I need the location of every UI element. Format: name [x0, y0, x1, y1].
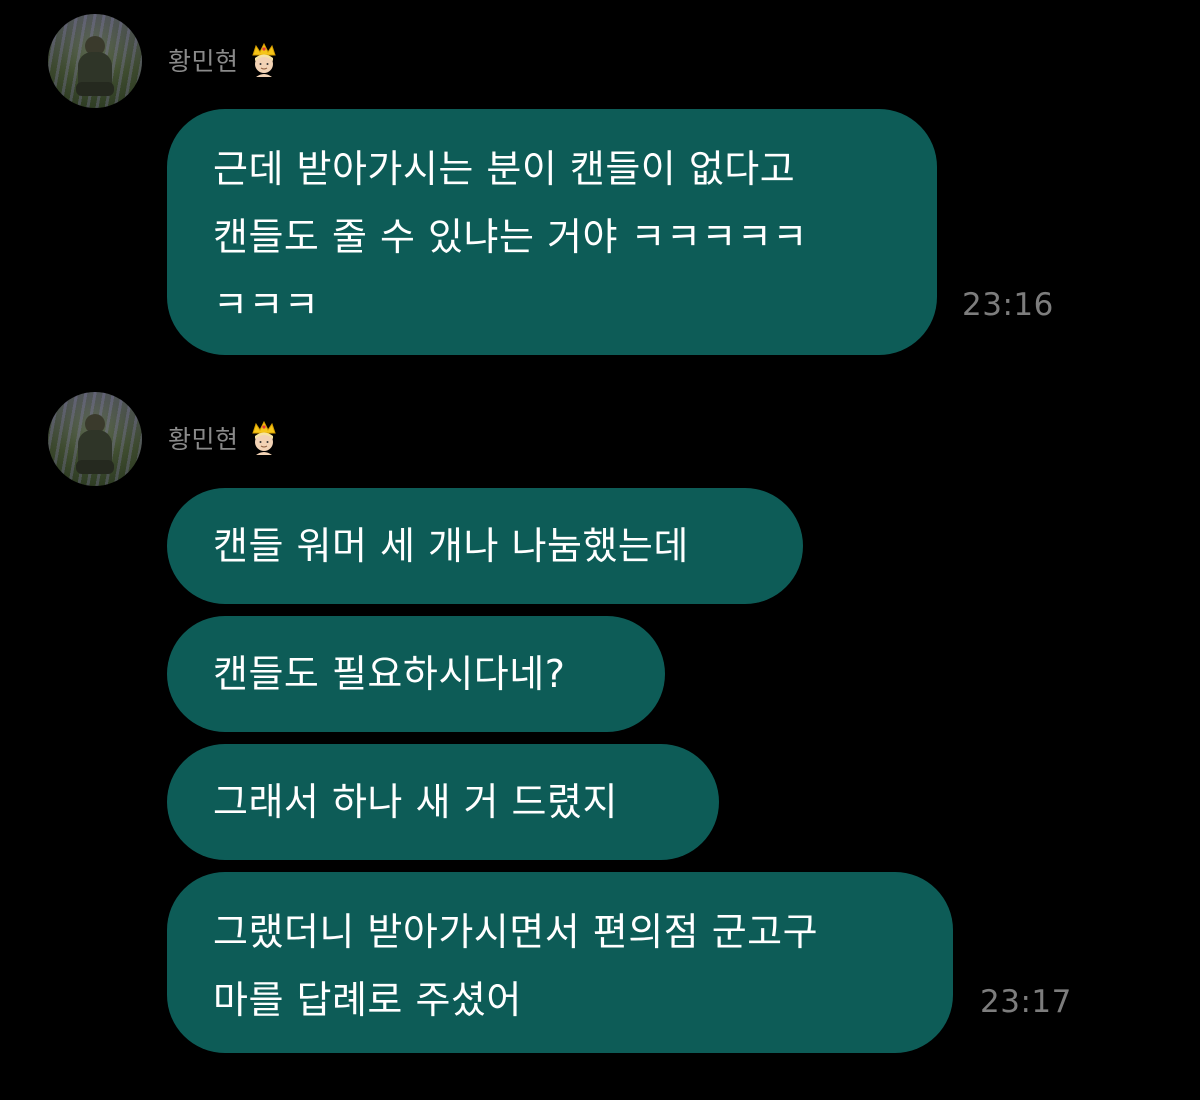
message-text: 그래서 하나 새 거 드렸지 — [213, 780, 618, 824]
crown-person-icon — [249, 421, 279, 455]
message-text: 그랬더니 받아가시면서 편의점 군고구 마를 답례로 주셨어 — [213, 898, 818, 1034]
message-bubble[interactable]: 캔들도 필요하시다네? — [167, 616, 665, 732]
message-line: 그랬더니 받아가시면서 편의점 군고구 — [213, 910, 819, 954]
message-line: 캔들도 줄 수 있냐는 거야 ㅋㅋㅋㅋㅋ — [213, 215, 808, 259]
avatar[interactable] — [48, 392, 142, 486]
message-text: 근데 받아가시는 분이 캔들이 없다고 캔들도 줄 수 있냐는 거야 ㅋㅋㅋㅋㅋ… — [213, 135, 808, 339]
sender-header: 황민현 — [168, 418, 279, 458]
avatar[interactable] — [48, 14, 142, 108]
message-bubble[interactable]: 캔들 워머 세 개나 나눔했는데 — [167, 488, 803, 604]
message-bubble[interactable]: 그래서 하나 새 거 드렸지 — [167, 744, 719, 860]
message-timestamp: 23:17 — [980, 984, 1072, 1020]
message-text: 캔들 워머 세 개나 나눔했는데 — [213, 524, 689, 568]
message-line: ㅋㅋㅋ — [213, 283, 320, 327]
message-text: 캔들도 필요하시다네? — [213, 652, 566, 696]
message-timestamp: 23:16 — [962, 287, 1054, 323]
sender-name[interactable]: 황민현 — [168, 420, 239, 456]
message-line: 마를 답례로 주셨어 — [213, 978, 522, 1022]
message-bubble[interactable]: 그랬더니 받아가시면서 편의점 군고구 마를 답례로 주셨어 — [167, 872, 953, 1053]
crown-person-icon — [249, 43, 279, 77]
sender-header: 황민현 — [168, 40, 279, 80]
message-line: 근데 받아가시는 분이 캔들이 없다고 — [213, 147, 796, 191]
sender-name[interactable]: 황민현 — [168, 42, 239, 78]
message-bubble[interactable]: 근데 받아가시는 분이 캔들이 없다고 캔들도 줄 수 있냐는 거야 ㅋㅋㅋㅋㅋ… — [167, 109, 937, 355]
